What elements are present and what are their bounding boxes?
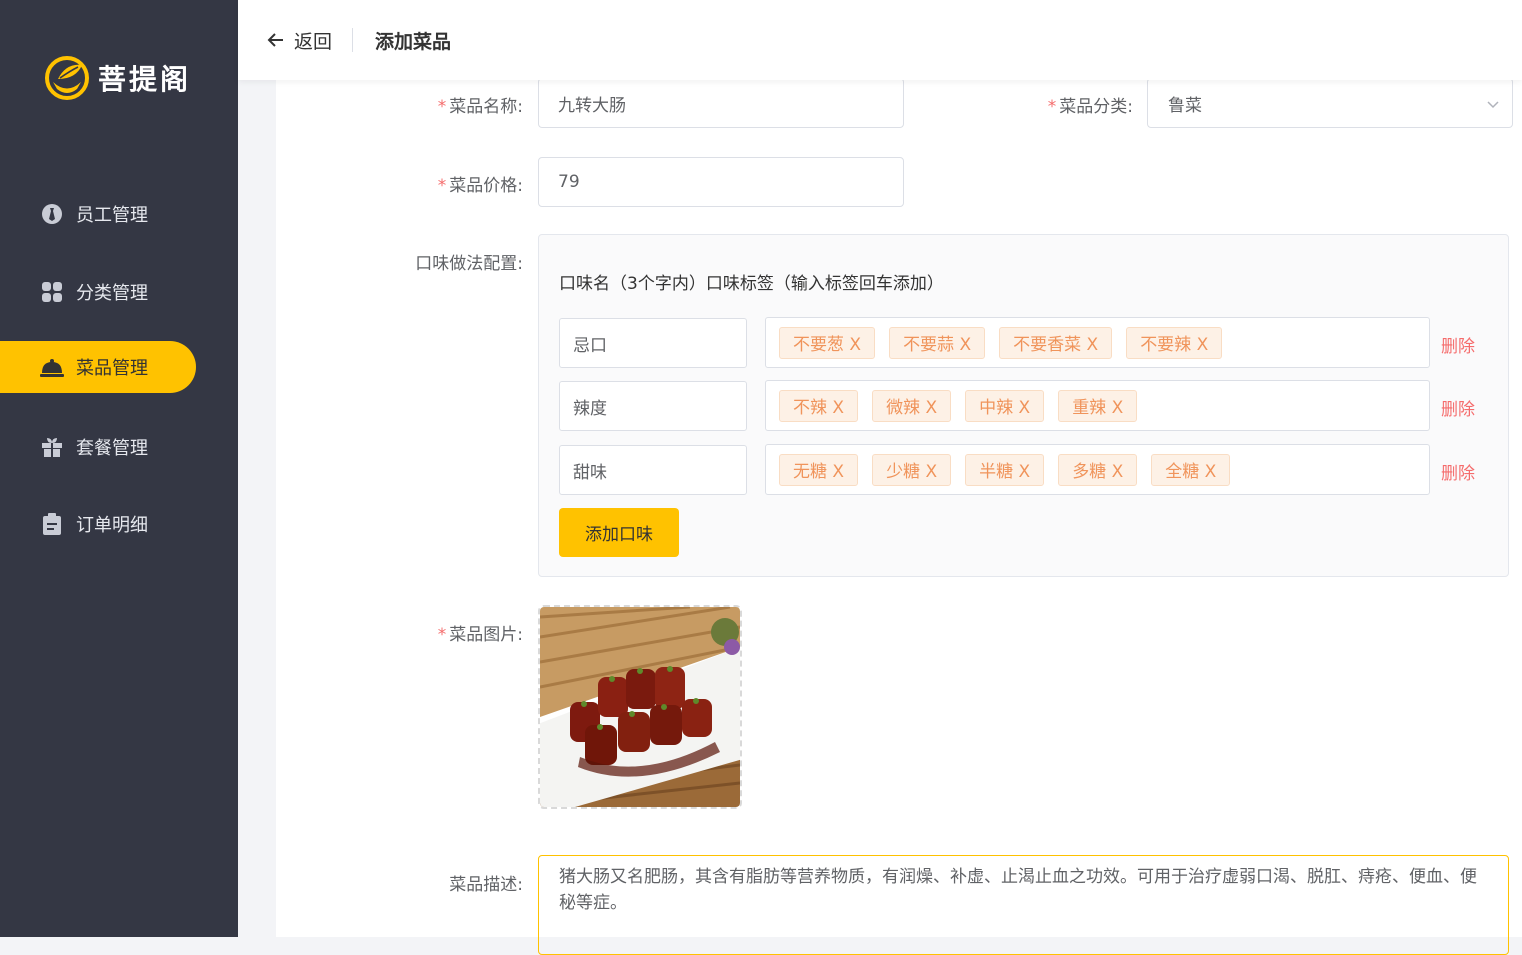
sidebar-item-dish[interactable]: 菜品管理: [0, 341, 196, 393]
logo-icon: [44, 55, 90, 101]
sidebar-item-label: 菜品管理: [76, 358, 148, 379]
sidebar-item-category[interactable]: 分类管理: [0, 266, 196, 318]
sidebar-item-orders[interactable]: 订单明细: [0, 498, 196, 550]
back-button[interactable]: 返回: [266, 27, 332, 54]
header-divider: [352, 28, 354, 52]
dish-category-value: 鲁菜: [1168, 95, 1202, 116]
dish-name-value: 九转大肠: [558, 95, 626, 116]
dish-form: * 菜品名称: 九转大肠 * 菜品分类: 鲁菜 * 菜品价格: 79 口味做法配置: …: [276, 78, 1522, 955]
flavor-tag[interactable]: 半糖 X: [965, 453, 1045, 486]
flavor-name-input[interactable]: 辣度: [559, 381, 747, 431]
dish-cloche-icon: [40, 355, 64, 379]
dish-price-value: 79: [558, 172, 580, 192]
flavor-tag[interactable]: 不要葱 X: [779, 326, 876, 359]
arrow-left-icon: [267, 33, 283, 47]
dish-price-label: * 菜品价格:: [437, 176, 523, 196]
required-mark: *: [437, 97, 447, 117]
flavor-tag[interactable]: 不要蒜 X: [889, 326, 986, 359]
chevron-down-icon: [1487, 101, 1499, 109]
dish-desc-value: 猪大肠又名肥肠，其含有脂肪等营养物质，有润燥、补虚、止渴止血之功效。可用于治疗虚…: [559, 867, 1477, 913]
flavor-tag[interactable]: 不要辣 X: [1126, 326, 1223, 359]
dish-desc-textarea[interactable]: 猪大肠又名肥肠，其含有脂肪等营养物质，有润燥、补虚、止渴止血之功效。可用于治疗虚…: [538, 855, 1509, 955]
flavor-tags-input[interactable]: 无糖 X 少糖 X 半糖 X 多糖 X 全糖 X: [765, 444, 1430, 495]
page-header: 返回 添加菜品: [238, 0, 1522, 80]
flavor-tag[interactable]: 不辣 X: [779, 389, 859, 422]
flavor-config-panel: 口味名（3个字内）口味标签（输入标签回车添加） 忌口 不要葱 X 不要蒜 X 不…: [538, 234, 1509, 577]
dish-image-label: * 菜品图片:: [437, 625, 523, 645]
sidebar-item-label: 分类管理: [76, 283, 148, 304]
flavor-tags-input[interactable]: 不辣 X 微辣 X 中辣 X 重辣 X: [765, 380, 1430, 431]
flavor-tag[interactable]: 不要香菜 X: [999, 326, 1113, 359]
flavor-name-input[interactable]: 甜味: [559, 445, 747, 495]
delete-flavor-button[interactable]: 删除: [1441, 332, 1475, 357]
dish-photo-image: [540, 607, 740, 807]
brand-logo: 菩提阁: [44, 55, 191, 101]
dish-price-input[interactable]: 79: [538, 157, 904, 207]
sidebar-item-combo[interactable]: 套餐管理: [0, 421, 196, 473]
brand-name: 菩提阁: [98, 63, 192, 96]
add-flavor-button[interactable]: 添加口味: [559, 508, 679, 557]
dish-name-label: * 菜品名称:: [437, 97, 523, 117]
flavor-tag[interactable]: 少糖 X: [872, 453, 952, 486]
category-grid-icon: [40, 280, 64, 304]
required-mark: *: [437, 176, 447, 196]
flavor-name-value: 忌口: [573, 335, 607, 356]
employee-icon: [40, 202, 64, 226]
flavor-name-value: 甜味: [573, 462, 607, 483]
flavor-tag[interactable]: 多糖 X: [1058, 453, 1138, 486]
dish-desc-label: 菜品描述:: [449, 875, 523, 895]
flavor-config-label: 口味做法配置:: [415, 254, 523, 274]
delete-flavor-button[interactable]: 删除: [1441, 459, 1475, 484]
sidebar-item-label: 套餐管理: [76, 438, 148, 459]
gift-icon: [40, 435, 64, 459]
flavor-tag[interactable]: 无糖 X: [779, 453, 859, 486]
flavor-tag[interactable]: 微辣 X: [872, 389, 952, 422]
flavor-tags-input[interactable]: 不要葱 X 不要蒜 X 不要香菜 X 不要辣 X: [765, 317, 1430, 368]
flavor-tag[interactable]: 中辣 X: [965, 389, 1045, 422]
back-label: 返回: [294, 30, 333, 53]
dish-category-select[interactable]: 鲁菜: [1147, 78, 1513, 128]
flavor-name-input[interactable]: 忌口: [559, 318, 747, 368]
dish-image-upload[interactable]: [538, 605, 742, 809]
delete-flavor-button[interactable]: 删除: [1441, 395, 1475, 420]
required-mark: *: [437, 625, 447, 645]
flavor-name-value: 辣度: [573, 398, 607, 419]
dish-category-label: * 菜品分类:: [1047, 97, 1133, 117]
flavor-tag[interactable]: 全糖 X: [1151, 453, 1231, 486]
flavor-header-text: 口味名（3个字内）口味标签（输入标签回车添加）: [559, 274, 944, 294]
sidebar-item-label: 员工管理: [76, 205, 148, 226]
sidebar: 菩提阁 员工管理 分类管理 菜品管理 套餐管理 订单明细: [0, 0, 238, 937]
required-mark: *: [1047, 97, 1057, 117]
clipboard-icon: [40, 512, 64, 536]
page-title: 添加菜品: [375, 30, 452, 53]
sidebar-item-label: 订单明细: [76, 515, 148, 536]
dish-name-input[interactable]: 九转大肠: [538, 78, 904, 128]
sidebar-item-employee[interactable]: 员工管理: [0, 188, 196, 240]
flavor-tag[interactable]: 重辣 X: [1058, 389, 1138, 422]
